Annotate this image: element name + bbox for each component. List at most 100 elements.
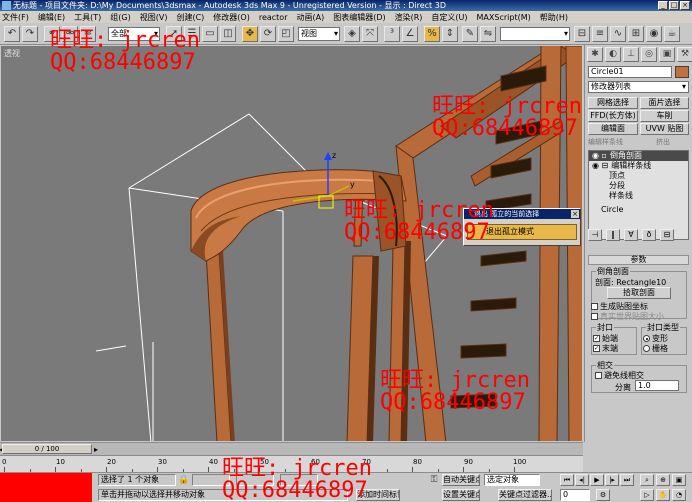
menu-modifiers[interactable]: 修改器(O) (213, 12, 250, 23)
stack-item-spline[interactable]: 样条线 (589, 191, 688, 201)
stack-item-edit-spline[interactable]: ◉ ⊟ 编辑样条线 (589, 161, 688, 171)
app-icon[interactable] (2, 1, 11, 10)
pan-icon[interactable]: ✋ (656, 489, 670, 501)
arc-rotate-icon[interactable]: ◔ (672, 489, 686, 501)
edit-poly-button[interactable]: 编辑面 (588, 123, 638, 135)
select-manipulate-icon[interactable]: ⤧ (362, 26, 378, 42)
percent-snap-icon[interactable]: % (424, 26, 440, 42)
lock-selection-icon[interactable]: 🔒 (178, 474, 190, 486)
unlink-icon[interactable]: ⚮ (62, 26, 78, 42)
render-icon[interactable]: ☕ (664, 26, 680, 42)
cap-end-checkbox[interactable]: ✓ 末端 (593, 343, 618, 354)
named-selection-set-dropdown[interactable] (500, 27, 570, 41)
maxscript-listener[interactable] (0, 473, 92, 502)
stack-item-segment[interactable]: 分段 (589, 181, 688, 191)
stack-item-bevel-profile[interactable]: ◉ ▫ 倒角剖面 (589, 151, 688, 161)
track-bar[interactable]: 0 10 20 30 40 50 60 70 80 90 100 (0, 455, 583, 472)
menu-create[interactable]: 创建(C) (176, 12, 204, 23)
make-unique-icon[interactable]: ∀ (624, 229, 638, 241)
motion-tab-icon[interactable]: ◎ (641, 47, 657, 62)
zoom-extents-icon[interactable]: ▣ (672, 474, 686, 486)
z-coord-field[interactable] (280, 474, 318, 486)
snap-icon[interactable]: ³ (384, 26, 400, 42)
window-crossing-icon[interactable]: ◫ (220, 26, 236, 42)
align-icon[interactable]: ⊟ (574, 26, 590, 42)
lathe-button[interactable]: 车削 (640, 110, 689, 122)
set-key-button[interactable]: 设置关键点 (442, 489, 480, 501)
menu-tools[interactable]: 工具(T) (74, 12, 101, 23)
move-icon[interactable]: ✥ (242, 26, 258, 42)
zoom-icon[interactable]: ⌕ (640, 474, 654, 486)
select-by-name-icon[interactable]: ☰ (184, 26, 200, 42)
create-tab-icon[interactable]: ✱ (587, 47, 603, 62)
modifier-stack[interactable]: ◉ ▫ 倒角剖面 ◉ ⊟ 编辑样条线 顶点 分段 样条线 Circle (588, 150, 689, 240)
goto-end-icon[interactable]: ⏭ (620, 474, 634, 486)
key-filter-selection-dropdown[interactable]: 选定对象 (484, 474, 540, 486)
menu-animation[interactable]: 动画(A) (296, 12, 324, 23)
angle-snap-icon[interactable]: ∠ (402, 26, 418, 42)
object-color-swatch[interactable] (675, 66, 689, 78)
menu-customize[interactable]: 自定义(U) (431, 12, 467, 23)
key-filters-button[interactable]: 关键点过滤器... (498, 489, 552, 501)
menu-maxscript[interactable]: MAXScript(M) (477, 13, 531, 22)
select-icon[interactable]: ➚ (166, 26, 182, 42)
utilities-tab-icon[interactable]: ⚒ (677, 47, 692, 62)
remove-modifier-icon[interactable]: ð (642, 229, 656, 241)
current-frame-field[interactable]: 0 (560, 489, 590, 501)
next-frame-icon[interactable]: ▸ (94, 445, 98, 454)
modify-tab-icon[interactable]: ◐ (605, 47, 621, 62)
selection-filter-dropdown[interactable]: 全部 (108, 27, 160, 41)
patch-select-button[interactable]: 面片选择 (640, 97, 689, 109)
show-end-result-icon[interactable]: ‖ (606, 229, 620, 241)
mesh-select-button[interactable]: 网格选择 (588, 97, 638, 109)
hierarchy-tab-icon[interactable]: ⊥ (623, 47, 639, 62)
configure-sets-icon[interactable]: ⊟ (660, 229, 674, 241)
menu-rendering[interactable]: 渲染(R) (395, 12, 423, 23)
layer-icon[interactable]: ≡ (592, 26, 608, 42)
add-time-tag-button[interactable]: 添加时间标记 (356, 489, 400, 501)
isolate-dialog-close-button[interactable]: × (571, 210, 579, 218)
zoom-all-icon[interactable]: ⊕ (656, 474, 670, 486)
rotate-icon[interactable]: ⟳ (260, 26, 276, 42)
reference-coord-dropdown[interactable]: 视图 (298, 27, 340, 41)
spinner-snap-icon[interactable]: ⇕ (442, 26, 458, 42)
minimize-button[interactable]: _ (658, 1, 668, 10)
menu-group[interactable]: 组(G) (110, 12, 130, 23)
link-icon[interactable]: ⚭ (44, 26, 60, 42)
pick-profile-button[interactable]: 拾取剖面 (607, 287, 671, 299)
menu-help[interactable]: 帮助(H) (540, 12, 568, 23)
uvw-map-button[interactable]: UVW 贴图 (640, 123, 689, 135)
time-slider[interactable]: 0 / 100 (2, 444, 92, 454)
modifier-list-dropdown[interactable]: 修改器列表 (588, 81, 689, 93)
menu-views[interactable]: 视图(V) (140, 12, 168, 23)
next-key-icon[interactable]: |▸ (605, 474, 619, 486)
scale-icon[interactable]: ◰ (278, 26, 294, 42)
menu-file[interactable]: 文件(F) (2, 12, 29, 23)
object-name-field[interactable]: Circle01 (588, 66, 672, 78)
stack-item-circle[interactable]: Circle (589, 205, 688, 215)
named-selection-icon[interactable]: ✎ (462, 26, 478, 42)
undo-icon[interactable]: ↶ (4, 26, 20, 42)
auto-key-button[interactable]: 自动关键点 (442, 474, 480, 486)
menu-graph-editors[interactable]: 图表编辑器(D) (333, 12, 385, 23)
separation-spinner[interactable]: 1.0 (635, 380, 679, 391)
viewport-label[interactable]: 透视 (4, 48, 20, 59)
close-button[interactable]: × (680, 1, 690, 10)
menu-edit[interactable]: 编辑(E) (38, 12, 65, 23)
pivot-icon[interactable]: ◈ (344, 26, 360, 42)
cap-grid-radio[interactable]: 栅格 (643, 343, 668, 354)
goto-start-icon[interactable]: ⏮ (560, 474, 574, 486)
x-coord-field[interactable] (192, 474, 230, 486)
stack-item-vertex[interactable]: 顶点 (589, 171, 688, 181)
prev-key-icon[interactable]: ◂| (575, 474, 589, 486)
display-tab-icon[interactable]: ▣ (659, 47, 675, 62)
parameters-rollout-title[interactable]: 参数 (588, 255, 689, 265)
time-config-icon[interactable]: ⚙ (596, 489, 610, 501)
exit-isolation-button[interactable]: 退出孤立模式 (467, 224, 577, 240)
key-mode-icon[interactable]: ⚿ (428, 474, 440, 486)
rect-select-icon[interactable]: ▭ (202, 26, 218, 42)
mirror-icon[interactable]: ⇋ (480, 26, 496, 42)
fov-icon[interactable]: ▷ (640, 489, 654, 501)
menu-reactor[interactable]: reactor (259, 13, 288, 22)
ffd-box-button[interactable]: FFD(长方体) (588, 110, 638, 122)
